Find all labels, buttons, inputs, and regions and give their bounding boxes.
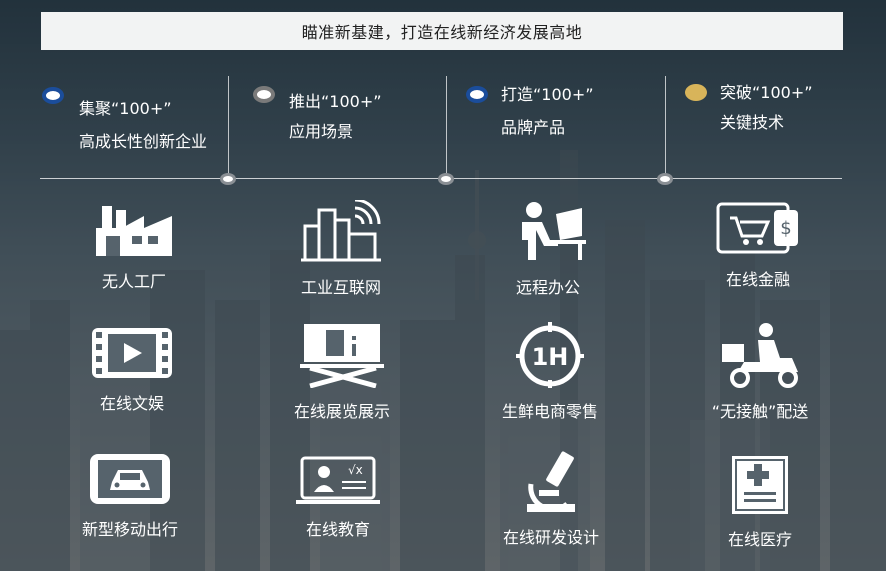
goal-1-line1: 集聚“100+” <box>79 99 172 118</box>
industrial-internet-icon <box>301 200 381 262</box>
goal-2-line1: 推出“100+” <box>289 92 382 111</box>
tile-label: 在线金融 <box>725 270 790 289</box>
tile-label: 在线文娱 <box>99 394 164 413</box>
tile-online-rd-design: 在线研发设计 <box>471 450 631 548</box>
tile-fresh-ecommerce: 1H 生鲜电商零售 <box>470 322 630 422</box>
tile-online-finance: $ 在线金融 <box>678 200 838 290</box>
divider-2 <box>446 76 447 180</box>
tile-online-medical: 在线医疗 <box>680 454 840 550</box>
goal-2: 推出“100+” 应用场景 <box>289 87 382 147</box>
tile-label: 在线教育 <box>305 520 370 539</box>
tile-label: 生鲜电商零售 <box>501 402 598 421</box>
tile-unmanned-factory: 无人工厂 <box>54 200 214 292</box>
tile-label: 在线展览展示 <box>293 402 390 421</box>
tile-label: 工业互联网 <box>300 278 381 297</box>
tile-industrial-internet: 工业互联网 <box>261 200 421 298</box>
tile-label: 新型移动出行 <box>81 520 178 539</box>
video-play-icon <box>92 328 172 378</box>
exhibition-board-icon <box>300 324 384 388</box>
timeline-marker-2 <box>438 173 454 185</box>
tile-online-entertainment: 在线文娱 <box>52 326 212 414</box>
online-education-icon: √x <box>296 456 380 504</box>
one-hour-clock-icon: 1H <box>516 322 584 388</box>
goal-3: 打造“100+” 品牌产品 <box>501 80 594 143</box>
goal-4-line2: 关键技术 <box>720 113 785 132</box>
goal-4: 突破“100+” 关键技术 <box>720 78 813 138</box>
tile-new-mobility: 新型移动出行 <box>50 452 210 540</box>
tile-online-education: √x 在线教育 <box>258 456 418 540</box>
timeline-marker-3 <box>657 173 673 185</box>
delivery-scooter-icon <box>722 323 798 388</box>
goal-1: 集聚“100+” 高成长性创新企业 <box>79 94 207 157</box>
tile-label: 无人工厂 <box>101 272 166 291</box>
goal-2-dot <box>253 86 275 103</box>
tile-remote-office: 远程办公 <box>468 200 628 298</box>
timeline-marker-1 <box>220 173 236 185</box>
goal-1-line2: 高成长性创新企业 <box>79 132 208 151</box>
car-phone-icon <box>90 454 170 504</box>
tile-label: “无接触”配送 <box>711 402 809 421</box>
microscope-icon <box>527 451 575 512</box>
goal-2-line2: 应用场景 <box>289 122 354 141</box>
factory-icon <box>96 206 172 256</box>
svg-text:1H: 1H <box>532 343 569 371</box>
svg-text:$: $ <box>780 218 791 239</box>
infographic: 瞄准新基建，打造在线新经济发展高地 集聚“100+” 高成长性创新企业 推出“1… <box>0 0 886 571</box>
goal-3-line2: 品牌产品 <box>501 118 566 137</box>
tile-online-exhibition: 在线展览展示 <box>262 322 422 422</box>
divider-3 <box>665 76 666 180</box>
svg-text:√x: √x <box>348 463 363 477</box>
tile-contactless-delivery: “无接触”配送 <box>680 322 840 422</box>
goal-4-line1: 突破“100+” <box>720 83 813 102</box>
divider-1 <box>228 76 229 180</box>
tile-label: 在线医疗 <box>727 530 792 549</box>
banner-title: 瞄准新基建，打造在线新经济发展高地 <box>41 12 843 50</box>
goal-4-dot <box>685 84 707 101</box>
online-finance-icon: $ <box>716 202 798 254</box>
tile-label: 远程办公 <box>515 278 580 297</box>
goal-3-dot <box>466 86 488 103</box>
goal-1-dot <box>42 87 64 104</box>
goal-3-line1: 打造“100+” <box>501 85 594 104</box>
tile-label: 在线研发设计 <box>502 528 599 547</box>
remote-office-icon <box>522 202 586 260</box>
medical-record-icon <box>732 456 788 514</box>
